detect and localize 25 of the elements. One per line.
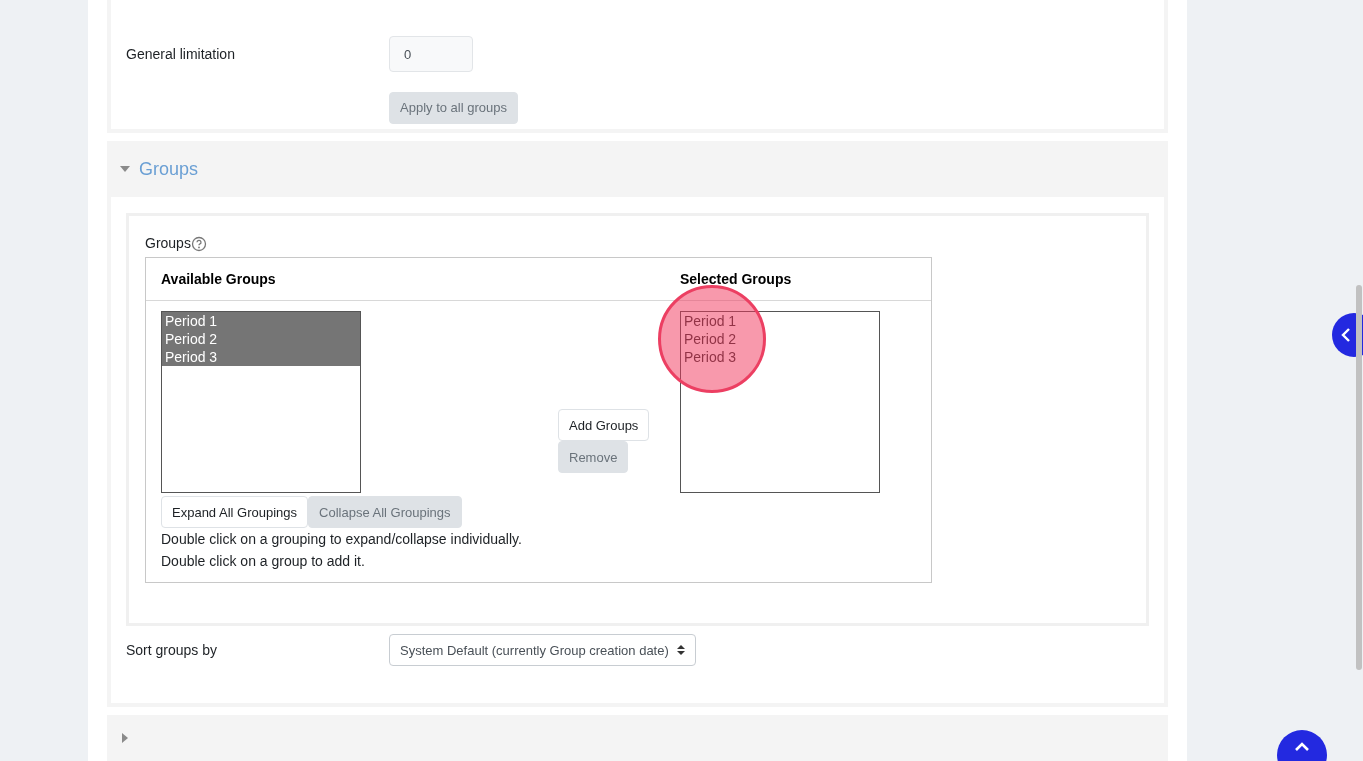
hint-text: Double click on a grouping to expand/collapse individually. bbox=[161, 530, 523, 550]
scrollbar[interactable] bbox=[1356, 285, 1362, 670]
list-option[interactable]: Period 2 bbox=[162, 330, 360, 349]
list-option[interactable]: Period 1 bbox=[681, 312, 879, 331]
group-list[interactable]: Period 1 Period 2 Period 3 bbox=[680, 311, 880, 494]
help-icon[interactable] bbox=[190, 236, 207, 252]
field-label: General limitation bbox=[126, 44, 236, 64]
field-label: Groups bbox=[145, 234, 191, 254]
chevron-up-icon bbox=[1295, 742, 1309, 752]
sort-select[interactable]: System Default (currently Group creation date) bbox=[389, 634, 696, 667]
section-header[interactable]: Groups bbox=[107, 141, 1168, 198]
column-heading: Selected Groups bbox=[680, 270, 792, 289]
list-option[interactable]: Period 2 bbox=[681, 330, 879, 349]
hint-text: Double click on a group to add it. bbox=[161, 552, 366, 572]
expand-button[interactable]: Expand All Groupings bbox=[161, 496, 309, 529]
list-option[interactable]: Period 3 bbox=[681, 348, 879, 367]
add-button[interactable]: Add Groups bbox=[558, 409, 650, 442]
chevron-left-icon bbox=[1341, 328, 1351, 342]
limit-input[interactable]: 0 bbox=[389, 36, 473, 72]
group-list[interactable]: Period 1 Period 2 Period 3 bbox=[161, 311, 361, 494]
list-option[interactable]: Period 3 bbox=[162, 348, 360, 367]
list-option[interactable]: Period 1 bbox=[162, 312, 360, 331]
column-heading: Available Groups bbox=[161, 270, 277, 289]
sort-icon bbox=[676, 645, 685, 656]
field-label: Sort groups by bbox=[126, 641, 219, 660]
